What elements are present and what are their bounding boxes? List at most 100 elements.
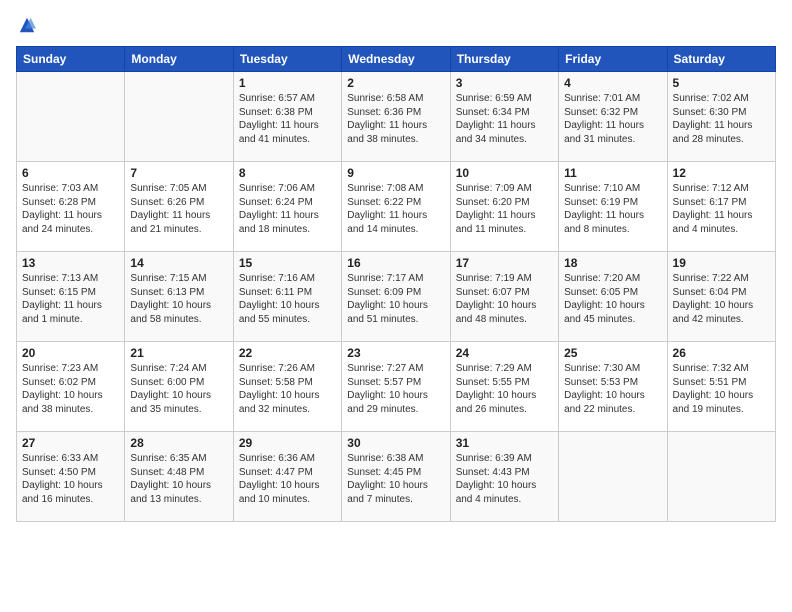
day-header-wednesday: Wednesday — [342, 47, 450, 72]
calendar-header-row: SundayMondayTuesdayWednesdayThursdayFrid… — [17, 47, 776, 72]
day-info: Sunrise: 7:22 AM Sunset: 6:04 PM Dayligh… — [673, 272, 770, 326]
calendar-cell: 8 Sunrise: 7:06 AM Sunset: 6:24 PM Daylig… — [233, 162, 341, 252]
day-number: 19 — [673, 256, 770, 270]
day-info: Sunrise: 7:32 AM Sunset: 5:51 PM Dayligh… — [673, 362, 770, 416]
calendar-cell: 29Sunrise: 6:36 AM Sunset: 4:47 PM Dayli… — [233, 432, 341, 522]
day-info: Sunrise: 7:29 AM Sunset: 5:55 PM Dayligh… — [456, 362, 553, 416]
day-info: Sunrise: 7:01 AM Sunset: 6:32 PM Dayligh… — [564, 92, 661, 146]
day-number: 17 — [456, 256, 553, 270]
day-number: 5 — [673, 76, 770, 90]
day-info: Sunrise: 6:38 AM Sunset: 4:45 PM Dayligh… — [347, 452, 444, 506]
logo — [16, 16, 36, 34]
day-info: Sunrise: 6:59 AM Sunset: 6:34 PM Dayligh… — [456, 92, 553, 146]
day-number: 12 — [673, 166, 770, 180]
logo-icon — [18, 16, 36, 34]
calendar-cell: 12 Sunrise: 7:12 AM Sunset: 6:17 PM Dayli… — [667, 162, 775, 252]
calendar-cell — [125, 72, 233, 162]
calendar-table: SundayMondayTuesdayWednesdayThursdayFrid… — [16, 46, 776, 522]
day-header-tuesday: Tuesday — [233, 47, 341, 72]
day-info: Sunrise: 7:30 AM Sunset: 5:53 PM Dayligh… — [564, 362, 661, 416]
day-info: Sunrise: 7:26 AM Sunset: 5:58 PM Dayligh… — [239, 362, 336, 416]
day-info: Sunrise: 7:09 AM Sunset: 6:20 PM Dayligh… — [456, 182, 553, 236]
day-info: Sunrise: 7:19 AM Sunset: 6:07 PM Dayligh… — [456, 272, 553, 326]
calendar-cell: 1 Sunrise: 6:57 AM Sunset: 6:38 PM Daylig… — [233, 72, 341, 162]
day-number: 14 — [130, 256, 227, 270]
day-info: Sunrise: 7:12 AM Sunset: 6:17 PM Dayligh… — [673, 182, 770, 236]
day-number: 28 — [130, 436, 227, 450]
day-number: 8 — [239, 166, 336, 180]
day-number: 26 — [673, 346, 770, 360]
week-row-2: 6 Sunrise: 7:03 AM Sunset: 6:28 PM Daylig… — [17, 162, 776, 252]
day-info: Sunrise: 6:33 AM Sunset: 4:50 PM Dayligh… — [22, 452, 119, 506]
calendar-cell: 19 Sunrise: 7:22 AM Sunset: 6:04 PM Dayli… — [667, 252, 775, 342]
day-number: 15 — [239, 256, 336, 270]
calendar-cell: 18Sunrise: 7:20 AM Sunset: 6:05 PM Dayli… — [559, 252, 667, 342]
calendar-cell: 21 Sunrise: 7:24 AM Sunset: 6:00 PM Dayli… — [125, 342, 233, 432]
day-info: Sunrise: 7:05 AM Sunset: 6:26 PM Dayligh… — [130, 182, 227, 236]
day-info: Sunrise: 7:15 AM Sunset: 6:13 PM Dayligh… — [130, 272, 227, 326]
calendar-cell: 31 Sunrise: 6:39 AM Sunset: 4:43 PM Dayli… — [450, 432, 558, 522]
day-number: 20 — [22, 346, 119, 360]
day-number: 21 — [130, 346, 227, 360]
calendar-cell: 22 Sunrise: 7:26 AM Sunset: 5:58 PM Dayli… — [233, 342, 341, 432]
day-header-thursday: Thursday — [450, 47, 558, 72]
day-info: Sunrise: 7:06 AM Sunset: 6:24 PM Dayligh… — [239, 182, 336, 236]
day-header-sunday: Sunday — [17, 47, 125, 72]
calendar-cell — [559, 432, 667, 522]
week-row-4: 20Sunrise: 7:23 AM Sunset: 6:02 PM Dayli… — [17, 342, 776, 432]
day-info: Sunrise: 6:39 AM Sunset: 4:43 PM Dayligh… — [456, 452, 553, 506]
day-number: 6 — [22, 166, 119, 180]
day-header-friday: Friday — [559, 47, 667, 72]
day-header-saturday: Saturday — [667, 47, 775, 72]
week-row-5: 27 Sunrise: 6:33 AM Sunset: 4:50 PM Dayli… — [17, 432, 776, 522]
day-number: 23 — [347, 346, 444, 360]
calendar-cell: 20Sunrise: 7:23 AM Sunset: 6:02 PM Dayli… — [17, 342, 125, 432]
calendar-cell: 13Sunrise: 7:13 AM Sunset: 6:15 PM Dayli… — [17, 252, 125, 342]
day-number: 29 — [239, 436, 336, 450]
page-header — [16, 16, 776, 34]
day-info: Sunrise: 7:03 AM Sunset: 6:28 PM Dayligh… — [22, 182, 119, 236]
day-number: 10 — [456, 166, 553, 180]
calendar-cell: 15 Sunrise: 7:16 AM Sunset: 6:11 PM Dayli… — [233, 252, 341, 342]
day-number: 3 — [456, 76, 553, 90]
day-number: 4 — [564, 76, 661, 90]
day-info: Sunrise: 7:16 AM Sunset: 6:11 PM Dayligh… — [239, 272, 336, 326]
day-number: 22 — [239, 346, 336, 360]
calendar-cell: 6 Sunrise: 7:03 AM Sunset: 6:28 PM Daylig… — [17, 162, 125, 252]
day-number: 24 — [456, 346, 553, 360]
day-info: Sunrise: 7:20 AM Sunset: 6:05 PM Dayligh… — [564, 272, 661, 326]
calendar-cell: 25 Sunrise: 7:30 AM Sunset: 5:53 PM Dayli… — [559, 342, 667, 432]
day-number: 31 — [456, 436, 553, 450]
calendar-cell: 10 Sunrise: 7:09 AM Sunset: 6:20 PM Dayli… — [450, 162, 558, 252]
calendar-cell: 23Sunrise: 7:27 AM Sunset: 5:57 PM Dayli… — [342, 342, 450, 432]
day-number: 9 — [347, 166, 444, 180]
day-info: Sunrise: 7:24 AM Sunset: 6:00 PM Dayligh… — [130, 362, 227, 416]
day-number: 2 — [347, 76, 444, 90]
day-info: Sunrise: 6:58 AM Sunset: 6:36 PM Dayligh… — [347, 92, 444, 146]
calendar-cell: 26 Sunrise: 7:32 AM Sunset: 5:51 PM Dayli… — [667, 342, 775, 432]
calendar-cell: 4 Sunrise: 7:01 AM Sunset: 6:32 PM Daylig… — [559, 72, 667, 162]
day-info: Sunrise: 6:35 AM Sunset: 4:48 PM Dayligh… — [130, 452, 227, 506]
calendar-cell: 11Sunrise: 7:10 AM Sunset: 6:19 PM Dayli… — [559, 162, 667, 252]
week-row-1: 1 Sunrise: 6:57 AM Sunset: 6:38 PM Daylig… — [17, 72, 776, 162]
day-info: Sunrise: 6:57 AM Sunset: 6:38 PM Dayligh… — [239, 92, 336, 146]
calendar-cell: 2 Sunrise: 6:58 AM Sunset: 6:36 PM Daylig… — [342, 72, 450, 162]
calendar-cell: 28 Sunrise: 6:35 AM Sunset: 4:48 PM Dayli… — [125, 432, 233, 522]
day-number: 30 — [347, 436, 444, 450]
day-number: 13 — [22, 256, 119, 270]
calendar-cell: 17 Sunrise: 7:19 AM Sunset: 6:07 PM Dayli… — [450, 252, 558, 342]
calendar-body: 1 Sunrise: 6:57 AM Sunset: 6:38 PM Daylig… — [17, 72, 776, 522]
day-number: 7 — [130, 166, 227, 180]
day-info: Sunrise: 7:08 AM Sunset: 6:22 PM Dayligh… — [347, 182, 444, 236]
day-number: 25 — [564, 346, 661, 360]
day-info: Sunrise: 7:17 AM Sunset: 6:09 PM Dayligh… — [347, 272, 444, 326]
day-number: 27 — [22, 436, 119, 450]
day-number: 11 — [564, 166, 661, 180]
calendar-cell: 24 Sunrise: 7:29 AM Sunset: 5:55 PM Dayli… — [450, 342, 558, 432]
calendar-cell: 3 Sunrise: 6:59 AM Sunset: 6:34 PM Daylig… — [450, 72, 558, 162]
calendar-cell: 7 Sunrise: 7:05 AM Sunset: 6:26 PM Daylig… — [125, 162, 233, 252]
day-number: 1 — [239, 76, 336, 90]
calendar-cell: 5Sunrise: 7:02 AM Sunset: 6:30 PM Daylig… — [667, 72, 775, 162]
day-header-monday: Monday — [125, 47, 233, 72]
calendar-cell: 30 Sunrise: 6:38 AM Sunset: 4:45 PM Dayli… — [342, 432, 450, 522]
